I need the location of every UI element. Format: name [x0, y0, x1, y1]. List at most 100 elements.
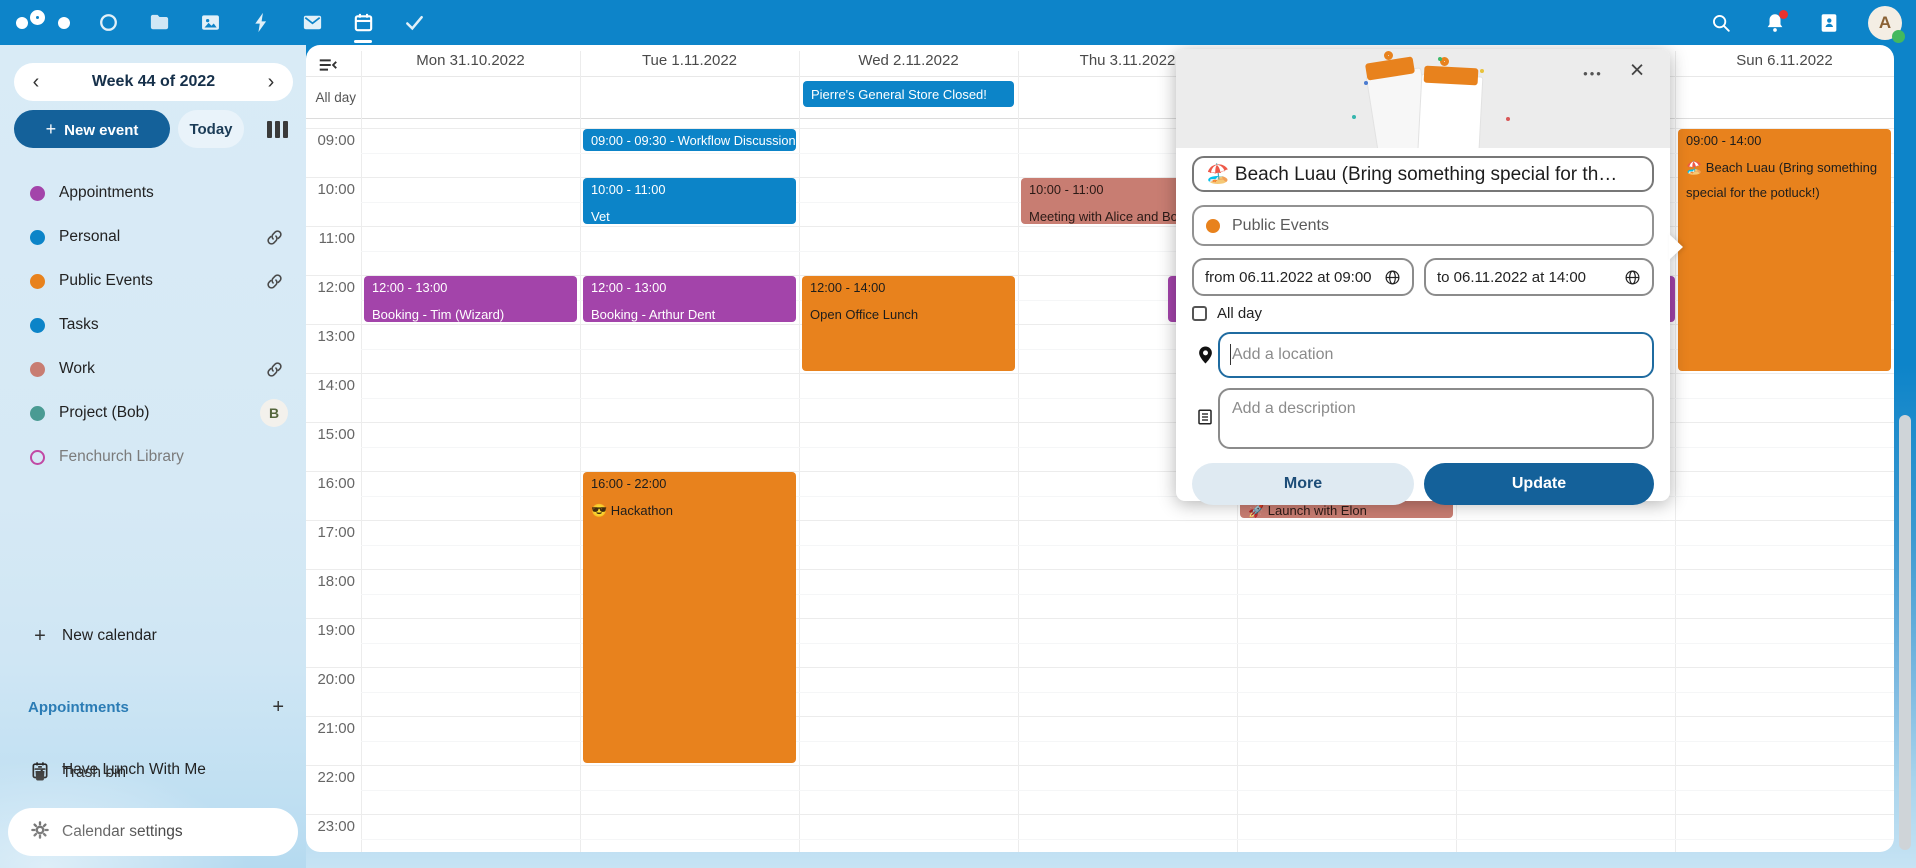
- day-header[interactable]: Tue 1.11.2022: [580, 45, 799, 76]
- calendar-settings-button[interactable]: Calendar settings: [8, 808, 298, 856]
- calendar-event[interactable]: 09:00 - 09:30 - Workflow Discussion: [583, 129, 796, 151]
- hour-label: 15:00: [306, 426, 355, 443]
- sidebar-calendar-project-bob[interactable]: Project (Bob)B: [0, 391, 306, 435]
- calendar-event[interactable]: 09:00 - 14:00🏖️ Beach Luau (Bring someth…: [1678, 129, 1891, 371]
- location-pin-icon: [1192, 345, 1218, 365]
- calendar-name: Public Events: [59, 272, 153, 290]
- next-week-button[interactable]: ›: [257, 68, 285, 96]
- day-header[interactable]: Sun 6.11.2022: [1675, 45, 1894, 76]
- new-event-button[interactable]: +New event: [14, 110, 170, 148]
- sidebar-calendar-fenchurch-library[interactable]: Fenchurch Library: [0, 435, 306, 479]
- location-input[interactable]: [1218, 332, 1654, 378]
- popup-actions-menu-icon[interactable]: •••: [1578, 61, 1608, 85]
- today-button[interactable]: Today: [178, 110, 244, 148]
- calendar-picker[interactable]: Public Events: [1192, 205, 1654, 246]
- grid-column-line: [1675, 51, 1676, 852]
- calendar-name: Fenchurch Library: [59, 448, 184, 466]
- calendar-event[interactable]: 16:00 - 22:00😎 Hackathon: [583, 472, 796, 763]
- grid-column-line: [361, 51, 362, 852]
- start-datetime-input[interactable]: from 06.11.2022 at 09:00: [1192, 258, 1414, 296]
- appointments-section-header: Appointments +: [0, 693, 306, 721]
- add-appointment-config-button[interactable]: +: [272, 696, 284, 719]
- timezone-globe-icon: [1384, 269, 1401, 286]
- checkbox-box: [1192, 306, 1207, 321]
- notification-unread-dot: [1779, 10, 1788, 19]
- new-calendar-button[interactable]: + New calendar: [0, 614, 306, 658]
- update-button[interactable]: Update: [1424, 463, 1654, 505]
- day-header[interactable]: Mon 31.10.2022: [361, 45, 580, 76]
- event-title-input[interactable]: [1192, 156, 1654, 192]
- timezone-globe-icon: [1624, 269, 1641, 286]
- calendar-name: Work: [59, 360, 95, 378]
- contacts-icon[interactable]: [1814, 8, 1844, 38]
- calendar-color-dot[interactable]: [30, 274, 45, 289]
- hour-label: 17:00: [306, 524, 355, 541]
- hour-line: [306, 618, 1894, 619]
- event-time: 12:00 - 14:00: [810, 280, 1007, 296]
- notifications-bell-icon[interactable]: [1760, 8, 1790, 38]
- event-time: 09:00 - 14:00: [1686, 133, 1883, 149]
- allday-event[interactable]: Pierre's General Store Closed!: [803, 81, 1014, 107]
- hour-label: 10:00: [306, 181, 355, 198]
- collapse-allday-icon[interactable]: [317, 54, 339, 76]
- half-hour-line: [361, 839, 1894, 840]
- hour-label: 18:00: [306, 573, 355, 590]
- page-scrollbar-thumb[interactable]: [1899, 415, 1911, 850]
- end-datetime-input[interactable]: to 06.11.2022 at 14:00: [1424, 258, 1654, 296]
- sidebar: ‹ Week 44 of 2022 › +New event Today App…: [0, 45, 306, 868]
- calendar-event[interactable]: 12:00 - 13:00Booking - Tim (Wizard): [364, 276, 577, 322]
- grid-column-line: [580, 51, 581, 852]
- all-day-checkbox[interactable]: All day: [1192, 304, 1282, 322]
- avatar-initial: A: [1879, 13, 1891, 33]
- description-input[interactable]: [1218, 388, 1654, 449]
- trash-bin-item[interactable]: Trash bin: [0, 751, 306, 795]
- nextcloud-logo[interactable]: [16, 8, 72, 37]
- allday-label: All day: [310, 90, 356, 105]
- hour-label: 19:00: [306, 622, 355, 639]
- day-header[interactable]: Wed 2.11.2022: [799, 45, 1018, 76]
- calendar-color-dot[interactable]: [30, 362, 45, 377]
- calendar-color-dot[interactable]: [30, 318, 45, 333]
- sidebar-calendar-personal[interactable]: Personal: [0, 215, 306, 259]
- hour-label: 09:00: [306, 132, 355, 149]
- shared-link-icon[interactable]: [260, 223, 288, 251]
- app-calendar-icon[interactable]: [351, 0, 375, 45]
- close-icon[interactable]: ×: [1622, 55, 1652, 85]
- shared-link-icon[interactable]: [260, 355, 288, 383]
- trash-icon: [30, 764, 50, 782]
- calendar-color-dot[interactable]: [30, 186, 45, 201]
- calendar-event[interactable]: 10:00 - 11:00Vet: [583, 178, 796, 224]
- sidebar-calendar-tasks[interactable]: Tasks: [0, 303, 306, 347]
- app-mail-icon[interactable]: [300, 0, 324, 45]
- user-avatar[interactable]: A: [1868, 6, 1902, 40]
- shared-link-icon[interactable]: [260, 267, 288, 295]
- previous-week-button[interactable]: ‹: [22, 68, 50, 96]
- app-tasks-icon[interactable]: [402, 0, 426, 45]
- app-dashboard-icon[interactable]: [96, 0, 120, 45]
- active-app-indicator: [354, 40, 372, 43]
- sidebar-calendar-public-events[interactable]: Public Events: [0, 259, 306, 303]
- half-hour-line: [361, 790, 1894, 791]
- calendar-event[interactable]: 12:00 - 13:00Booking - Arthur Dent: [583, 276, 796, 322]
- week-title: Week 44 of 2022: [92, 73, 215, 91]
- app-activity-icon[interactable]: [249, 0, 273, 45]
- calendar-color-dot[interactable]: [30, 406, 45, 421]
- event-editor-popup: ••• × Public Events from 06.11.2022 at 0…: [1176, 49, 1670, 501]
- hour-label: 22:00: [306, 769, 355, 786]
- hour-line: [306, 520, 1894, 521]
- calendar-list: Appointments Personal Public Events Tasks Wo…: [0, 171, 306, 479]
- grid-column-line: [1018, 51, 1019, 852]
- more-button[interactable]: More: [1192, 463, 1414, 505]
- grid-column-line: [799, 51, 800, 852]
- sidebar-calendar-appointments[interactable]: Appointments: [0, 171, 306, 215]
- view-switcher-icon[interactable]: [262, 114, 292, 144]
- hour-label: 12:00: [306, 279, 355, 296]
- calendar-event[interactable]: 12:00 - 14:00Open Office Lunch: [802, 276, 1015, 371]
- sidebar-calendar-work[interactable]: Work: [0, 347, 306, 391]
- app-photos-icon[interactable]: [198, 0, 222, 45]
- app-files-icon[interactable]: [147, 0, 171, 45]
- calendar-color-dot[interactable]: [30, 230, 45, 245]
- search-icon[interactable]: [1706, 8, 1736, 38]
- calendar-disabled-ring[interactable]: [30, 450, 45, 465]
- calendar-name: Appointments: [59, 184, 154, 202]
